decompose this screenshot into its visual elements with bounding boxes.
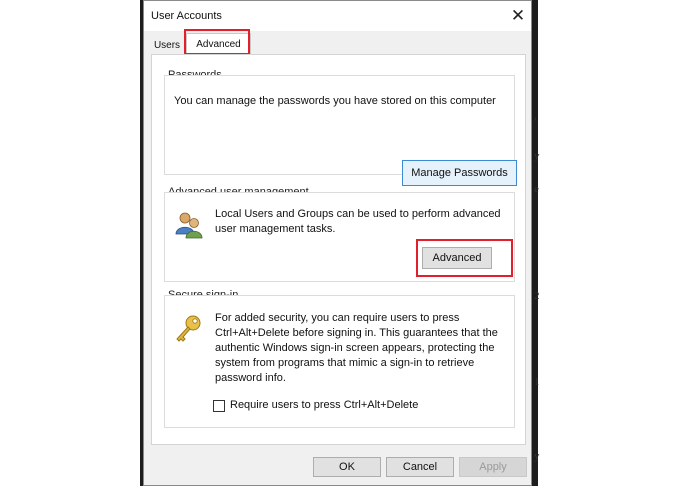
tab-users[interactable]: Users bbox=[151, 35, 183, 56]
secure-signin-line1: For added security, you can require user… bbox=[215, 312, 460, 324]
tab-advanced-highlight-box bbox=[184, 29, 250, 55]
background-text-fragment: 2 bbox=[534, 290, 540, 302]
require-ctrl-alt-delete-checkbox[interactable] bbox=[213, 400, 225, 412]
window-title: User Accounts bbox=[151, 10, 222, 22]
user-management-description-line1: Local Users and Groups can be used to pe… bbox=[215, 208, 501, 220]
secure-signin-line5: password info. bbox=[215, 372, 286, 384]
require-ctrl-alt-delete-label[interactable]: Require users to press Ctrl+Alt+Delete bbox=[230, 399, 418, 411]
user-accounts-dialog: User Accounts ✕ Users Advanced Passwords… bbox=[143, 0, 532, 486]
close-icon[interactable]: ✕ bbox=[507, 5, 529, 27]
secure-signin-line3: authentic Windows sign-in screen appears… bbox=[215, 342, 495, 354]
apply-button[interactable]: Apply bbox=[459, 457, 527, 477]
title-bar: User Accounts ✕ bbox=[144, 1, 531, 31]
cancel-button[interactable]: Cancel bbox=[386, 457, 454, 477]
users-icon bbox=[175, 212, 203, 239]
background-text-fragment: e bbox=[534, 183, 539, 195]
background-text-fragment: y bbox=[534, 450, 540, 462]
passwords-group: You can manage the passwords you have st… bbox=[164, 75, 517, 186]
background-text-fragment: , bbox=[534, 110, 537, 122]
secure-signin-line2: Ctrl+Alt+Delete before signing in. This … bbox=[215, 327, 498, 339]
key-icon bbox=[176, 315, 201, 342]
advanced-button-highlight-box bbox=[416, 239, 513, 277]
background-window-edge-right bbox=[532, 0, 538, 486]
background-text-fragment: y bbox=[534, 150, 540, 162]
user-management-description-line2: user management tasks. bbox=[215, 223, 336, 235]
ok-button[interactable]: OK bbox=[313, 457, 381, 477]
background-text-fragment: 1 bbox=[534, 376, 540, 388]
secure-signin-line4: system from programs that mimic a sign-i… bbox=[215, 357, 475, 369]
manage-passwords-button[interactable]: Manage Passwords bbox=[402, 160, 517, 186]
passwords-description: You can manage the passwords you have st… bbox=[174, 95, 496, 107]
advanced-tab-page: Passwords You can manage the passwords y… bbox=[151, 54, 526, 445]
